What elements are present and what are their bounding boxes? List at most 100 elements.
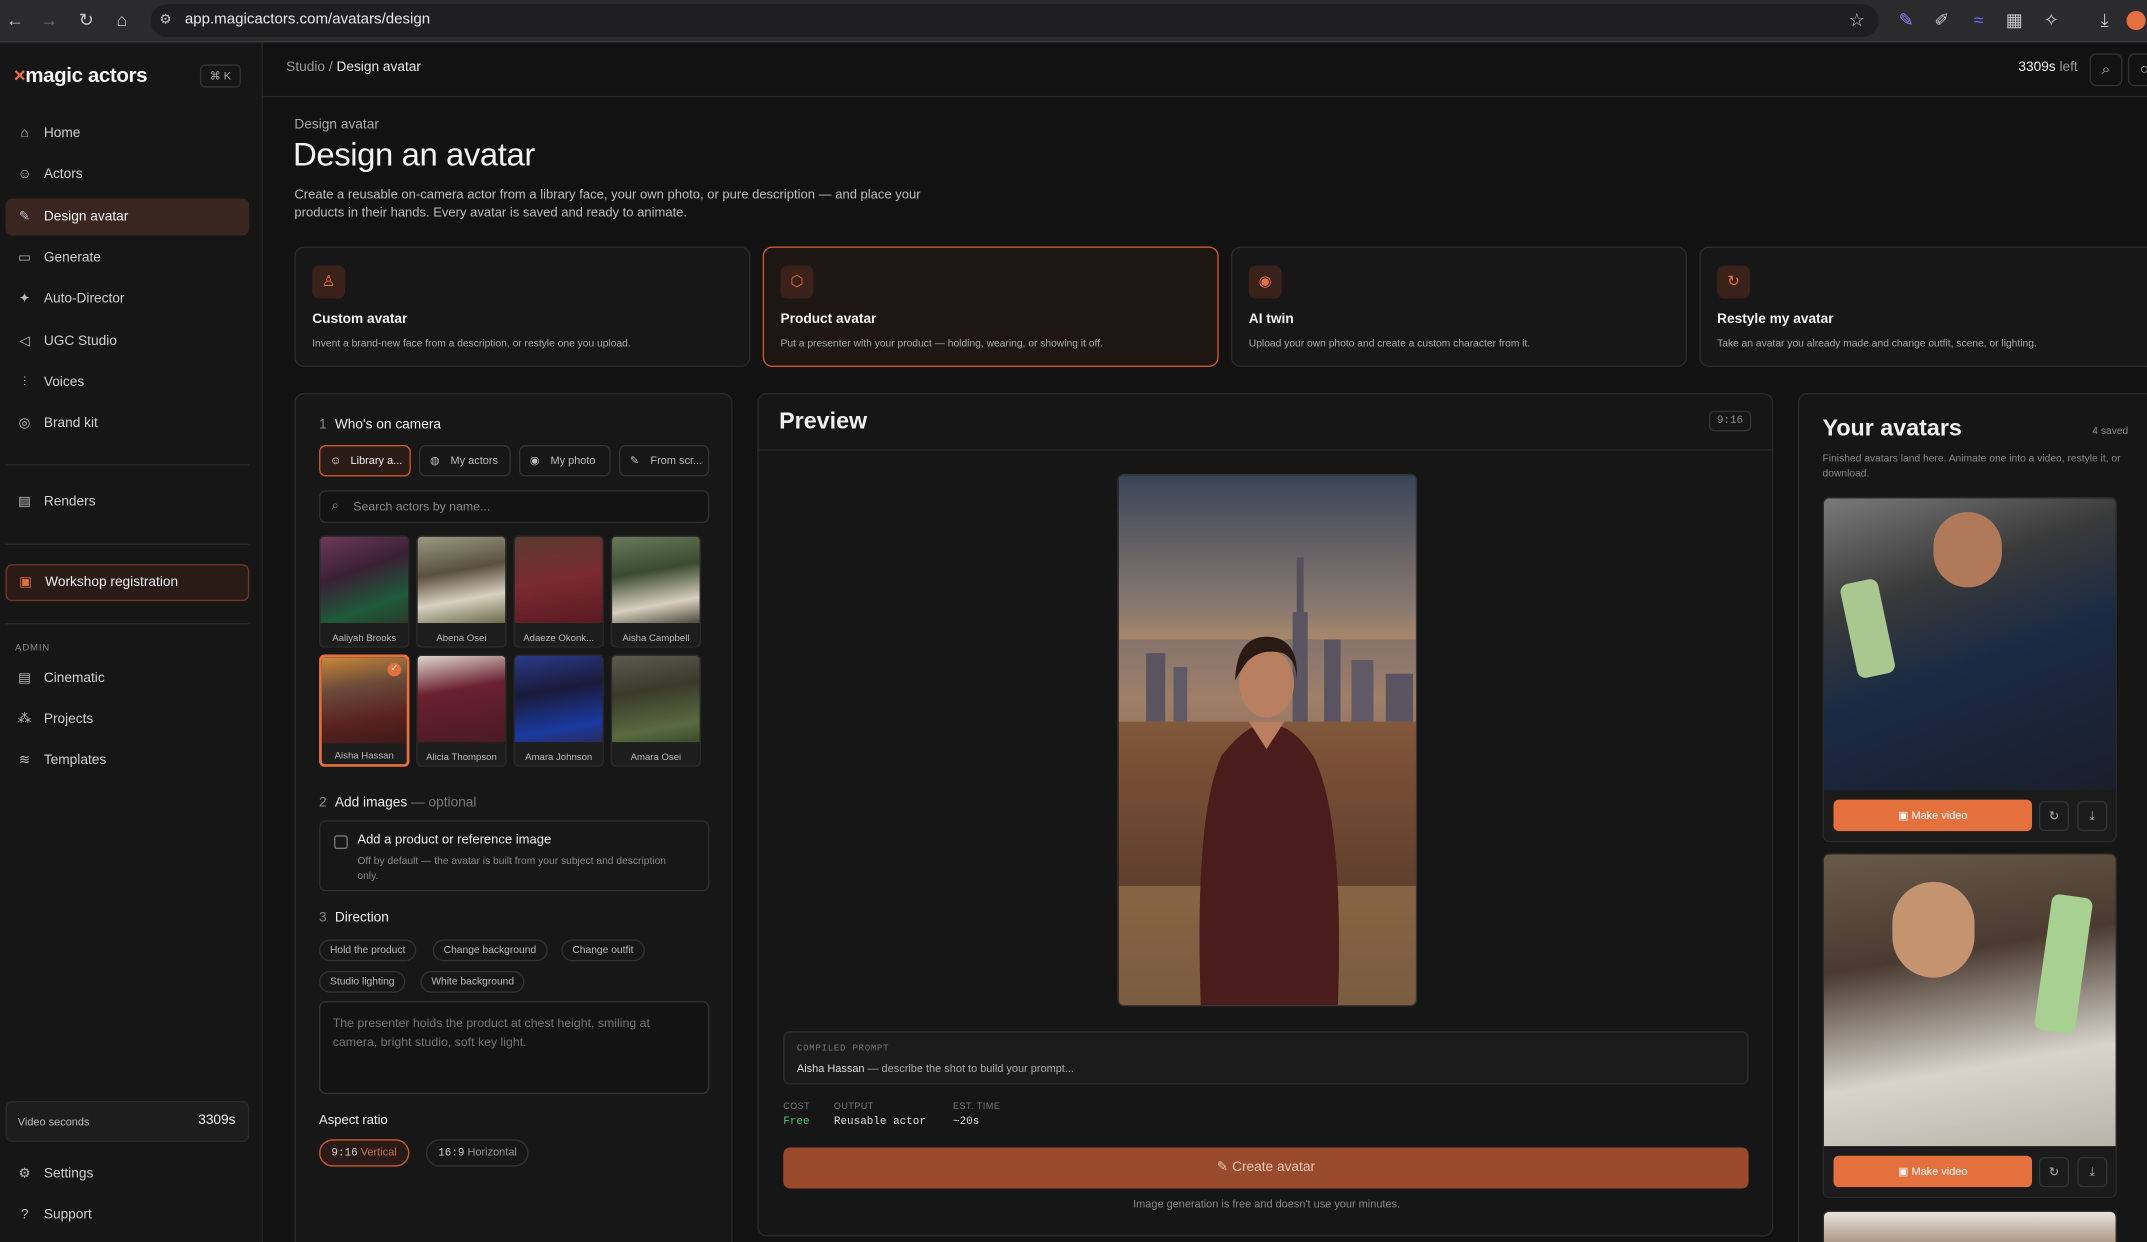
- aspect-option-horizontal[interactable]: 16:9 Horizontal: [425, 1139, 530, 1167]
- sidebar-item-generate[interactable]: ▭ Generate: [5, 240, 249, 277]
- tab-my-actors[interactable]: ◍ My actors: [419, 445, 511, 477]
- sidebar: ×magic actors ⌘ K ⌂ Home ☺ Actors ✎ Design …: [0, 42, 263, 1242]
- wand-icon: ✎: [18, 209, 31, 225]
- restyle-button[interactable]: ↻: [2038, 801, 2070, 832]
- mode-description: Upload your own photo and create a custo…: [1248, 336, 1531, 350]
- actor-card-amara-johnson[interactable]: Amara Johnson: [513, 654, 604, 767]
- mode-card-ai-twin[interactable]: ◉ AI twin Upload your own photo and crea…: [1231, 246, 1687, 367]
- breadcrumb-studio[interactable]: Studio: [286, 60, 325, 75]
- aspect-option-vertical[interactable]: 9:16 Vertical: [319, 1139, 409, 1167]
- profile-avatar[interactable]: [2126, 10, 2146, 31]
- sidebar-item-label: Settings: [43, 1166, 94, 1182]
- sidebar-item-brand-kit[interactable]: ◎ Brand kit: [5, 405, 249, 442]
- search-icon: ⌕: [2101, 61, 2111, 79]
- layers-icon: ≋: [18, 753, 31, 769]
- download-button[interactable]: ⤓: [2077, 801, 2108, 832]
- extension-wave-icon[interactable]: ≈: [1968, 10, 1990, 32]
- make-video-button[interactable]: ▣ Make video: [1833, 1155, 2033, 1188]
- mode-description: Put a presenter with your product — hold…: [780, 336, 1103, 350]
- video-seconds-label: Video seconds: [17, 1115, 90, 1129]
- aspect-ratio-name: Vertical: [360, 1146, 397, 1159]
- forward-icon[interactable]: →: [38, 10, 60, 32]
- actor-card-adaeze-okonkwo[interactable]: Adaeze Okonk...: [513, 535, 604, 648]
- actor-card-abena-osei[interactable]: Abena Osei: [416, 535, 507, 648]
- sidebar-item-auto-director[interactable]: ✦ Auto-Director: [5, 281, 249, 318]
- search-button[interactable]: ⌕: [2089, 53, 2123, 87]
- download-icon[interactable]: ⤓: [2094, 10, 2116, 32]
- download-button[interactable]: ⤓: [2077, 1157, 2108, 1188]
- selected-check-icon: ✓: [387, 662, 402, 677]
- sidebar-item-design-avatar[interactable]: ✎ Design avatar: [5, 198, 250, 236]
- wand-icon: ✎: [1216, 1159, 1229, 1175]
- actor-card-aisha-campbell[interactable]: Aisha Campbell: [610, 535, 702, 648]
- app-logo[interactable]: ×magic actors: [14, 64, 148, 87]
- browser-toolbar: ← → ↻ ⌂ ⚙ app.magicactors.com/avatars/de…: [0, 0, 2147, 43]
- page-description: Create a reusable on-camera actor from a…: [294, 187, 921, 221]
- sidebar-item-label: Auto-Director: [43, 291, 125, 307]
- mode-card-restyle-avatar[interactable]: ↻ Restyle my avatar Take an avatar you a…: [1699, 246, 2147, 367]
- extension-grid-icon[interactable]: ▦: [2003, 10, 2025, 32]
- output-meta: OUTPUT Reusable actor: [834, 1102, 926, 1128]
- extension-pen-icon[interactable]: ✎: [1895, 10, 1917, 32]
- mode-card-custom-avatar[interactable]: ♙ Custom avatar Invent a brand-new face …: [294, 246, 751, 367]
- chip-studio-lighting[interactable]: Studio lighting: [319, 970, 406, 993]
- meta-label: EST. TIME: [953, 1102, 1001, 1112]
- sidebar-item-ugc-studio[interactable]: ◁ UGC Studio: [5, 323, 249, 360]
- direction-textarea[interactable]: [319, 1000, 710, 1095]
- reload-icon[interactable]: ↻: [75, 10, 97, 32]
- actor-card-alicia-thompson[interactable]: Alicia Thompson: [416, 654, 507, 767]
- sidebar-item-projects[interactable]: ⁂ Projects: [5, 701, 249, 738]
- account-button[interactable]: ○: [2127, 53, 2147, 87]
- sidebar-item-templates[interactable]: ≋ Templates: [5, 742, 249, 779]
- command-palette-shortcut[interactable]: ⌘ K: [199, 64, 241, 88]
- extensions-puzzle-icon[interactable]: ✧: [2040, 10, 2062, 32]
- make-video-button[interactable]: ▣ Make video: [1833, 799, 2033, 832]
- sidebar-item-renders[interactable]: ▤ Renders: [5, 483, 249, 520]
- avatar-face: [1933, 512, 2002, 588]
- restyle-button[interactable]: ↻: [2038, 1157, 2070, 1188]
- back-icon[interactable]: ←: [4, 10, 26, 32]
- sidebar-item-support[interactable]: ? Support: [5, 1197, 249, 1234]
- site-info-icon[interactable]: ⚙: [155, 10, 177, 32]
- sidebar-item-home[interactable]: ⌂ Home: [5, 115, 249, 152]
- actor-card-aaliyah-brooks[interactable]: Aaliyah Brooks: [319, 535, 410, 648]
- actor-name: Abena Osei: [436, 633, 487, 644]
- sidebar-item-actors[interactable]: ☺ Actors: [5, 156, 249, 193]
- meta-value: ~20s: [953, 1115, 980, 1129]
- chip-white-background[interactable]: White background: [420, 970, 526, 993]
- workshop-registration-button[interactable]: ▣ Workshop registration: [5, 564, 250, 602]
- tab-from-scratch[interactable]: ✎ From scr...: [618, 445, 710, 477]
- megaphone-icon: ◁: [19, 334, 30, 350]
- actor-card-aisha-hassan[interactable]: ✓ Aisha Hassan: [319, 654, 410, 767]
- chip-change-background[interactable]: Change background: [432, 939, 548, 962]
- tab-library[interactable]: ☺ Library a...: [319, 445, 411, 477]
- chip-hold-product[interactable]: Hold the product: [319, 939, 417, 962]
- chip-change-outfit[interactable]: Change outfit: [561, 939, 645, 962]
- saved-avatar-card[interactable]: ▣ Make video ↻ ⤓: [1822, 853, 2117, 1199]
- make-video-label: Make video: [1911, 809, 1968, 822]
- actor-search-input[interactable]: [353, 495, 696, 518]
- sidebar-item-label: Home: [43, 125, 81, 142]
- sidebar-item-label: Design avatar: [43, 209, 129, 225]
- mode-card-product-avatar[interactable]: ⬡ Product avatar Put a presenter with yo…: [762, 246, 1219, 367]
- cost-meta: COST Free: [783, 1102, 810, 1128]
- tab-my-photo[interactable]: ◉ My photo: [518, 445, 611, 477]
- home-icon[interactable]: ⌂: [111, 10, 133, 32]
- sidebar-item-label: Projects: [43, 712, 94, 728]
- camera-icon: ◉: [1248, 265, 1282, 299]
- preview-footnote: Image generation is free and doesn't use…: [1133, 1198, 1401, 1211]
- saved-avatar-card[interactable]: [1822, 1210, 2117, 1242]
- mode-title: Custom avatar: [312, 312, 408, 328]
- add-image-checkbox[interactable]: [334, 835, 348, 849]
- mode-description: Invent a brand-new face from a descripti…: [312, 336, 631, 350]
- saved-avatar-card[interactable]: ▣ Make video ↻ ⤓: [1822, 497, 2117, 843]
- actor-card-amara-osei[interactable]: Amara Osei: [610, 654, 702, 767]
- actor-photo: [514, 655, 603, 743]
- sidebar-item-voices[interactable]: ⫶ Voices: [5, 364, 249, 401]
- sidebar-item-settings[interactable]: ⚙ Settings: [5, 1156, 249, 1193]
- camera-icon: ◉: [529, 454, 540, 467]
- extension-pencil-icon[interactable]: ✐: [1931, 10, 1953, 32]
- sidebar-item-cinematic[interactable]: ▤ Cinematic: [5, 660, 249, 697]
- create-avatar-button[interactable]: ✎ Create avatar: [783, 1147, 1749, 1189]
- bookmark-star-icon[interactable]: ☆: [1846, 10, 1868, 32]
